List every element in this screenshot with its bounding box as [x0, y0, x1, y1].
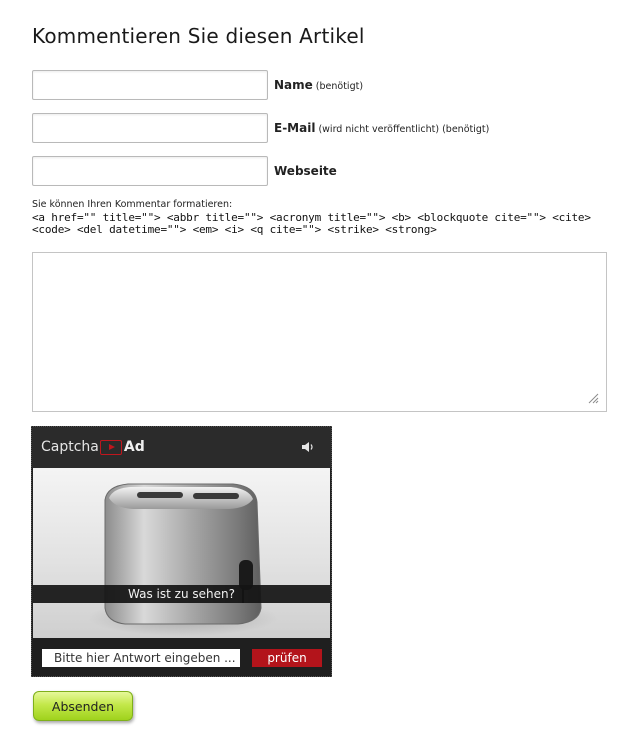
website-field[interactable] — [32, 156, 268, 186]
name-required-note: (benötigt) — [315, 81, 364, 92]
captcha-logo-text: Captcha — [41, 439, 99, 455]
name-field[interactable] — [32, 70, 268, 100]
website-label: Webseite — [274, 164, 337, 178]
name-label: Name (benötigt) — [274, 78, 363, 92]
email-required-note: (wird nicht veröffentlicht) (benötigt) — [318, 124, 490, 135]
name-label-text: Name — [274, 78, 313, 92]
name-field-row: Name (benötigt) — [32, 69, 363, 101]
captcha-logo-ad: Ad — [123, 439, 145, 455]
captcha-footer: prüfen — [32, 638, 331, 676]
captcha-image: Was ist zu sehen? — [33, 468, 330, 638]
allowed-tags-list: <a href="" title=""> <abbr title=""> <ac… — [32, 211, 591, 236]
captcha-header: Captcha Ad — [32, 427, 331, 468]
speaker-icon[interactable] — [301, 440, 315, 454]
format-hint: Sie können Ihren Kommentar formatieren: — [32, 199, 233, 210]
email-field[interactable] — [32, 113, 268, 143]
captcha-widget: Captcha Ad Was ist zu sehen? Bitte hier … — [31, 426, 332, 677]
resize-grip-icon[interactable] — [587, 392, 599, 404]
page-title: Kommentieren Sie diesen Artikel — [32, 24, 365, 48]
play-icon — [99, 439, 122, 455]
captcha-question: Was ist zu sehen? — [33, 585, 330, 603]
email-label: E-Mail (wird nicht veröffentlicht) (benöt… — [274, 121, 489, 135]
email-label-text: E-Mail — [274, 121, 316, 135]
captcha-check-button[interactable]: prüfen — [252, 649, 322, 667]
website-field-row: Webseite — [32, 155, 337, 187]
comment-textarea[interactable] — [32, 252, 607, 412]
email-field-row: E-Mail (wird nicht veröffentlicht) (benöt… — [32, 112, 489, 144]
toaster-image — [88, 483, 278, 636]
captcha-answer-input[interactable] — [42, 649, 240, 667]
captcha-logo: Captcha Ad — [41, 439, 145, 455]
submit-button[interactable]: Absenden — [33, 691, 133, 721]
